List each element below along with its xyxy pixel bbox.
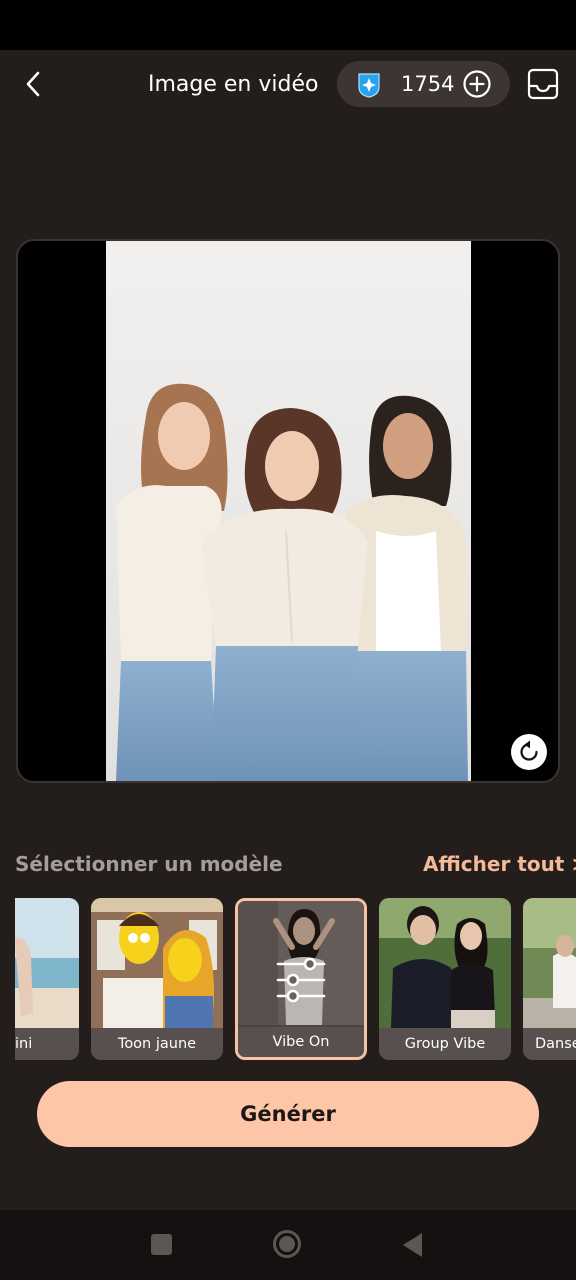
template-label: Group Vibe (379, 1028, 511, 1060)
template-thumbnail (523, 898, 576, 1028)
page-title: Image en vidéo (148, 72, 319, 97)
template-card[interactable]: Group Vibe (379, 898, 511, 1060)
gem-icon (358, 73, 380, 98)
chevron-left-icon (26, 71, 40, 97)
template-card[interactable]: Danse (523, 898, 576, 1060)
uploaded-photo (106, 241, 471, 781)
template-card-selected[interactable]: Vibe On (235, 898, 367, 1060)
template-thumbnail (91, 898, 223, 1028)
credit-count: 1754 (401, 72, 455, 96)
template-label: ini (15, 1028, 79, 1060)
image-preview[interactable] (16, 239, 560, 783)
template-card[interactable]: Toon jaune (91, 898, 223, 1060)
system-nav-bar (0, 1210, 576, 1280)
section-label: Sélectionner un modèle (15, 852, 283, 876)
back-button[interactable] (14, 64, 54, 104)
add-circle-icon[interactable] (462, 69, 492, 99)
app-screen: Image en vidéo 1754 Sélectionner un modè… (0, 0, 576, 1280)
rotate-button[interactable] (511, 734, 547, 770)
inbox-icon[interactable] (526, 67, 560, 101)
status-bar (0, 0, 576, 50)
recents-icon[interactable] (151, 1234, 172, 1255)
rotate-icon (520, 740, 538, 761)
template-label: Toon jaune (91, 1028, 223, 1060)
template-thumbnail (379, 898, 511, 1028)
template-thumbnail (15, 898, 79, 1028)
template-label: Danse (523, 1028, 576, 1060)
template-card[interactable]: ini (15, 898, 79, 1060)
sliders-icon (276, 957, 326, 1003)
home-icon[interactable] (272, 1229, 302, 1259)
back-triangle-icon[interactable] (402, 1232, 424, 1258)
template-carousel[interactable]: ini Toon jaune Vibe On Group Vibe Dans (15, 898, 576, 1060)
credits-pill[interactable]: 1754 (337, 61, 510, 107)
template-label: Vibe On (238, 1027, 364, 1057)
generate-button[interactable]: Générer (37, 1081, 539, 1147)
see-all-link[interactable]: Afficher tout > (423, 848, 576, 880)
